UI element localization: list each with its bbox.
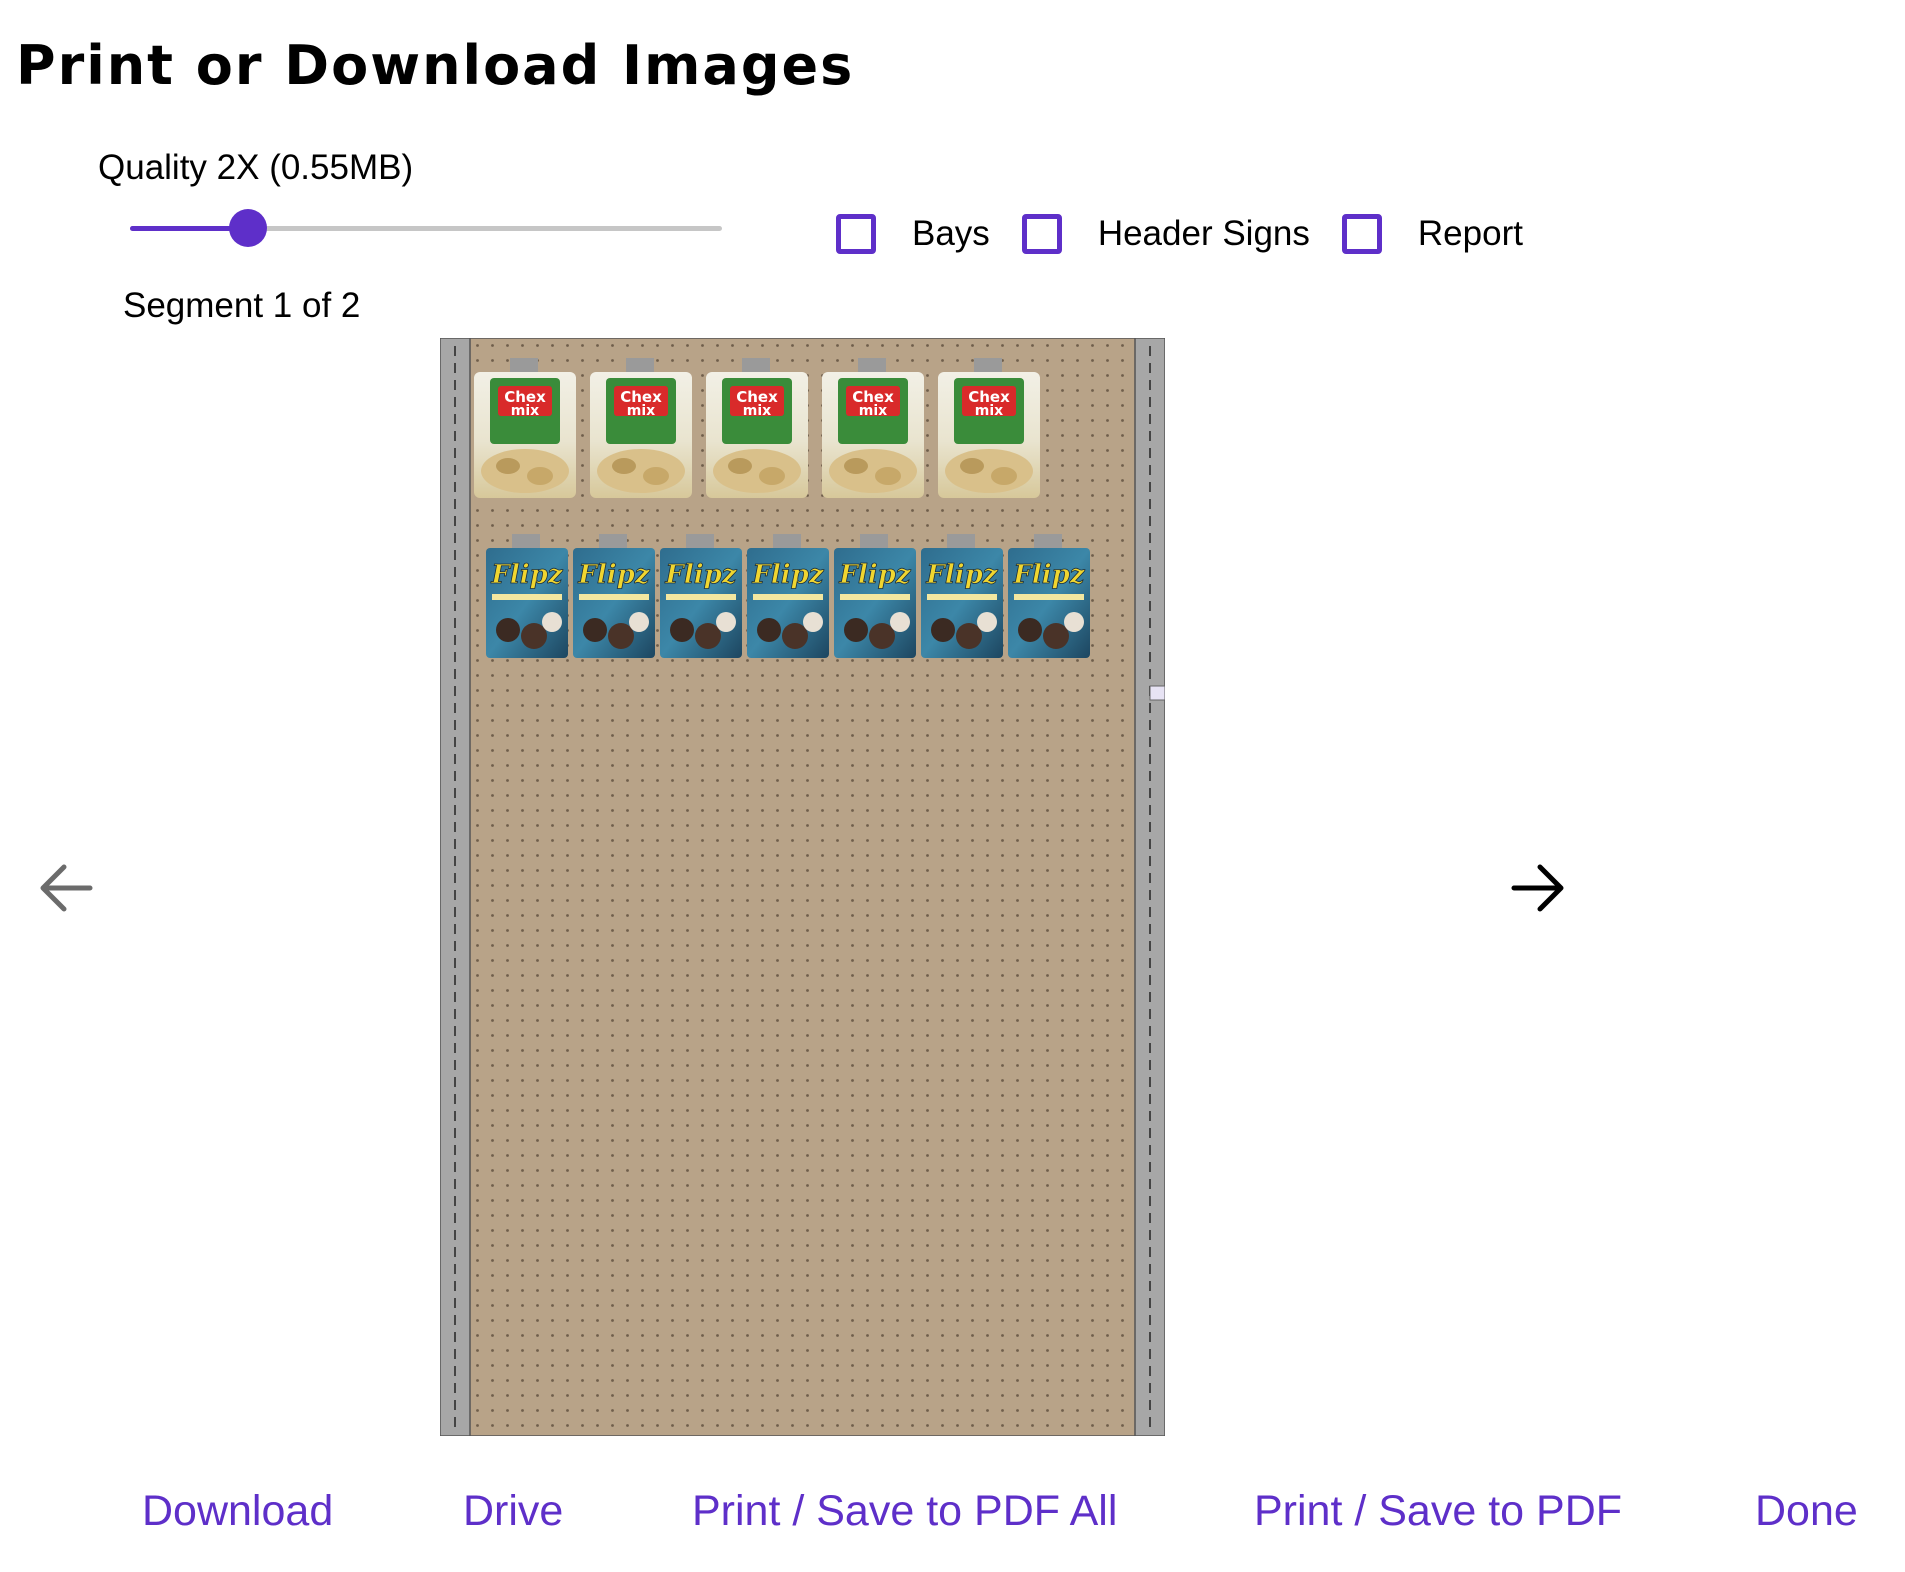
right-upright bbox=[1134, 338, 1165, 1436]
action-bar: Download Drive Print / Save to PDF All P… bbox=[0, 1487, 1905, 1547]
option-report[interactable]: Report bbox=[1341, 214, 1523, 254]
flipz-bag: Flipz bbox=[573, 534, 655, 658]
svg-text:Flipz: Flipz bbox=[490, 560, 563, 590]
svg-text:Flipz: Flipz bbox=[1012, 560, 1085, 590]
product-row-flipz: Flipz Flipz Flipz Flipz Flipz Flipz Flipz bbox=[486, 534, 1090, 658]
bay-preview-image: Chex mix Chex mix Chex mix Chex mix Chex mix Flip… bbox=[440, 338, 1165, 1436]
download-button[interactable]: Download bbox=[142, 1487, 333, 1536]
flipz-bag: Flipz bbox=[660, 534, 742, 658]
product-row-chex-mix: ChexmixChexmixChexmixChexmixChexmix bbox=[474, 358, 1040, 498]
page-title: Print or Download Images bbox=[16, 34, 855, 97]
include-options: Bays Header Signs Report bbox=[836, 209, 1555, 259]
print-save-pdf-all-button[interactable]: Print / Save to PDF All bbox=[692, 1487, 1117, 1536]
bays-label: Bays bbox=[912, 214, 990, 253]
chex-mix-bag: Chexmix bbox=[590, 358, 692, 498]
chex-mix-bag: Chexmix bbox=[706, 358, 808, 498]
chex-mix-bag: Chexmix bbox=[474, 358, 576, 498]
svg-text:Flipz: Flipz bbox=[925, 560, 998, 590]
option-bays[interactable]: Bays bbox=[836, 214, 990, 254]
quality-label: Quality 2X (0.55MB) bbox=[98, 148, 414, 187]
option-header-signs[interactable]: Header Signs bbox=[1021, 214, 1310, 254]
print-save-pdf-button[interactable]: Print / Save to PDF bbox=[1254, 1487, 1622, 1536]
report-label: Report bbox=[1417, 214, 1523, 253]
svg-text:mix: mix bbox=[511, 403, 539, 419]
svg-text:Flipz: Flipz bbox=[838, 560, 911, 590]
chex-mix-bag: Chexmix bbox=[938, 358, 1040, 498]
svg-text:mix: mix bbox=[975, 403, 1003, 419]
done-button[interactable]: Done bbox=[1755, 1487, 1858, 1536]
arrow-left-icon[interactable] bbox=[32, 853, 102, 923]
left-upright bbox=[440, 338, 471, 1436]
pegboard bbox=[440, 338, 1165, 1436]
svg-text:mix: mix bbox=[627, 403, 655, 419]
slider-thumb[interactable] bbox=[229, 209, 268, 247]
svg-text:mix: mix bbox=[743, 403, 771, 419]
svg-text:Flipz: Flipz bbox=[664, 560, 737, 590]
arrow-right-icon[interactable] bbox=[1502, 853, 1572, 923]
flipz-bag: Flipz bbox=[1008, 534, 1090, 658]
quality-slider[interactable] bbox=[130, 208, 722, 248]
flipz-bag: Flipz bbox=[747, 534, 829, 658]
header-signs-checkbox[interactable] bbox=[1021, 214, 1062, 254]
flipz-bag: Flipz bbox=[834, 534, 916, 658]
flipz-bag: Flipz bbox=[486, 534, 568, 658]
svg-text:Flipz: Flipz bbox=[751, 560, 824, 590]
chex-mix-bag: Chexmix bbox=[822, 358, 924, 498]
bays-checkbox[interactable] bbox=[836, 214, 876, 254]
check-icon bbox=[844, 224, 868, 244]
svg-text:Flipz: Flipz bbox=[577, 560, 650, 590]
svg-text:mix: mix bbox=[859, 403, 887, 419]
segment-indicator: Segment 1 of 2 bbox=[123, 286, 361, 325]
drive-button[interactable]: Drive bbox=[463, 1487, 563, 1536]
header-signs-label: Header Signs bbox=[1097, 214, 1310, 253]
report-checkbox[interactable] bbox=[1341, 214, 1382, 254]
flipz-bag: Flipz bbox=[921, 534, 1003, 658]
